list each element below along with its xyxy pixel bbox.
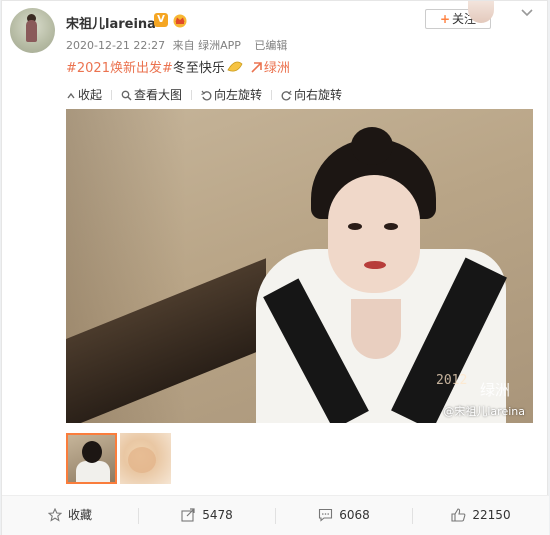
verified-badge-icon: V bbox=[154, 13, 168, 27]
photo-watermark-date: 2012 bbox=[436, 373, 468, 388]
rotate-left-icon bbox=[201, 90, 212, 101]
comment-button[interactable]: 6068 bbox=[276, 496, 412, 535]
image-toolbar: 收起 查看大图 向左旋转 向右旋转 bbox=[66, 86, 351, 103]
location-link[interactable]: 绿洲 bbox=[264, 61, 290, 76]
star-icon bbox=[47, 507, 63, 522]
comment-count: 6068 bbox=[339, 508, 370, 522]
rotate-left-button[interactable]: 向左旋转 bbox=[201, 86, 262, 103]
photo-eye-left bbox=[348, 223, 362, 230]
weibo-post-card: 宋祖儿lareina V 2020-12-21 22:27 来自 绿洲APP 已… bbox=[1, 0, 549, 535]
photo-lips bbox=[364, 261, 386, 269]
post-timestamp[interactable]: 2020-12-21 22:27 bbox=[66, 39, 165, 52]
photo-eye-right bbox=[384, 223, 398, 230]
hashtag-link[interactable]: #2021焕新出发# bbox=[66, 61, 173, 76]
toolbar-divider bbox=[271, 90, 273, 100]
edited-label[interactable]: 已编辑 bbox=[254, 39, 287, 52]
thumbnail-2[interactable] bbox=[120, 433, 171, 484]
collapse-icon bbox=[67, 92, 75, 99]
photo-watermark-brand: 绿洲 bbox=[480, 381, 511, 399]
like-icon bbox=[451, 508, 466, 522]
rotate-left-label: 向左旋转 bbox=[214, 88, 263, 102]
repost-button[interactable]: 5478 bbox=[139, 496, 275, 535]
photo-neck bbox=[351, 299, 401, 359]
avatar-figure-body bbox=[26, 20, 37, 42]
rotate-right-label: 向右旋转 bbox=[294, 88, 343, 102]
thumbnail-1-selected[interactable] bbox=[66, 433, 117, 484]
view-large-button[interactable]: 查看大图 bbox=[121, 86, 182, 103]
rotate-right-button[interactable]: 向右旋转 bbox=[281, 86, 342, 103]
photo-hair-bun bbox=[351, 127, 393, 165]
comment-icon bbox=[319, 508, 333, 522]
photo-watermark-user: @宋祖儿lareina bbox=[443, 405, 525, 418]
thumbnail-shirt bbox=[76, 461, 110, 482]
action-bar: 收藏 5478 6068 22150 bbox=[2, 495, 549, 535]
post-source[interactable]: 来自 绿洲APP bbox=[173, 39, 241, 52]
crown-icon bbox=[173, 14, 187, 28]
thumbnail-hair bbox=[82, 441, 102, 463]
favorite-button[interactable]: 收藏 bbox=[2, 496, 138, 535]
like-button[interactable]: 22150 bbox=[413, 496, 549, 535]
moon-emoji-icon bbox=[227, 61, 243, 72]
collapse-label: 收起 bbox=[78, 88, 103, 102]
post-text: 冬至快乐 bbox=[172, 61, 225, 76]
collapse-button[interactable]: 收起 bbox=[66, 86, 102, 103]
thumbnail-shape bbox=[128, 447, 156, 473]
rotate-right-icon bbox=[281, 90, 292, 101]
post-content: #2021焕新出发#冬至快乐 绿洲 bbox=[66, 57, 290, 76]
magnifier-icon bbox=[121, 90, 132, 101]
avatar[interactable] bbox=[10, 8, 55, 53]
location-icon bbox=[251, 62, 262, 73]
repost-count: 5478 bbox=[202, 508, 233, 522]
photo-face bbox=[328, 175, 420, 293]
post-photo[interactable]: 2012 绿洲 @宋祖儿lareina bbox=[66, 109, 533, 423]
repost-icon bbox=[181, 508, 195, 522]
favorite-label: 收藏 bbox=[67, 508, 92, 522]
toolbar-divider bbox=[191, 90, 193, 100]
like-count: 22150 bbox=[472, 508, 511, 522]
view-large-label: 查看大图 bbox=[134, 88, 183, 102]
chevron-down-icon[interactable] bbox=[519, 6, 535, 20]
plus-icon: + bbox=[439, 12, 451, 26]
toolbar-divider bbox=[111, 90, 113, 100]
post-meta: 2020-12-21 22:27 来自 绿洲APP 已编辑 bbox=[66, 37, 291, 53]
username[interactable]: 宋祖儿lareina bbox=[66, 13, 156, 32]
